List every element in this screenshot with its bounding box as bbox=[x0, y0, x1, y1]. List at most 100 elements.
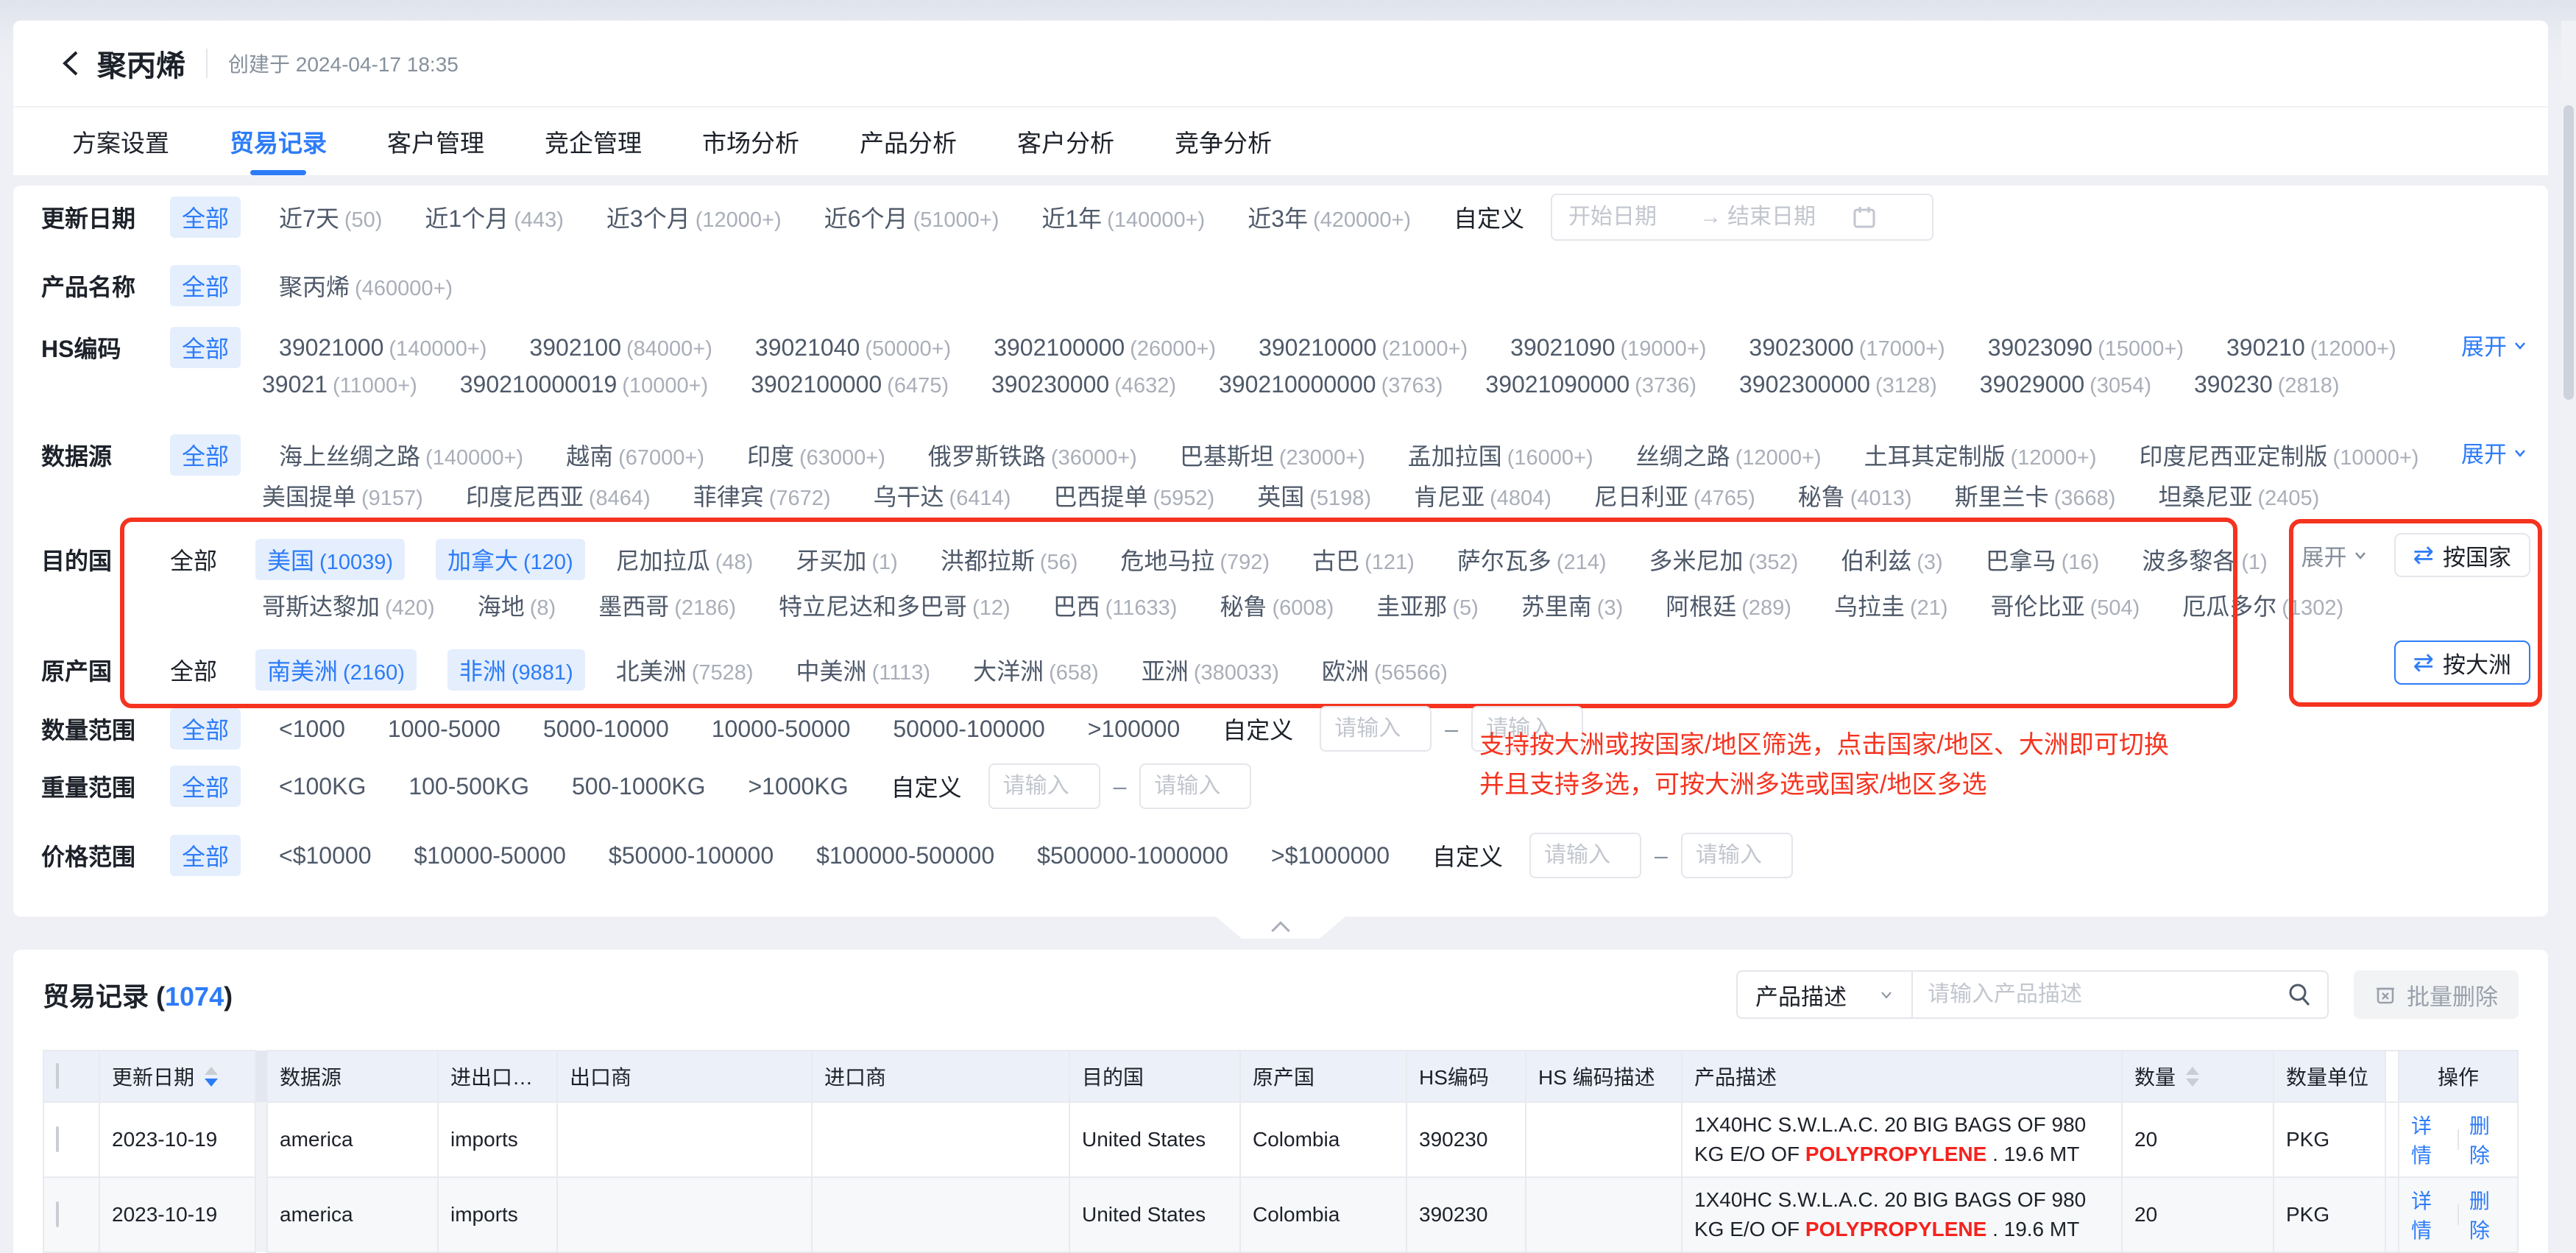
filter-option[interactable]: 100-500KG bbox=[408, 773, 529, 800]
price-max-input[interactable] bbox=[1681, 833, 1793, 878]
filter-option[interactable]: 肯尼亚(4804) bbox=[1414, 479, 1551, 512]
all-chip[interactable]: 全部 bbox=[170, 766, 241, 807]
filter-option[interactable]: 39021090(19000+) bbox=[1510, 334, 1706, 361]
filter-option[interactable]: 特立尼达和多巴哥(12) bbox=[779, 588, 1011, 622]
filter-option[interactable]: 印度(63000+) bbox=[747, 438, 885, 472]
filter-option[interactable]: 哥斯达黎加(420) bbox=[262, 588, 435, 622]
tab[interactable]: 产品分析 bbox=[860, 107, 957, 175]
filter-option[interactable]: 近7天(50) bbox=[279, 200, 382, 234]
filter-option[interactable]: <100KG bbox=[279, 773, 366, 800]
custom-label[interactable]: 自定义 bbox=[1222, 712, 1293, 746]
filter-option[interactable]: 南美洲(2160) bbox=[255, 649, 417, 691]
filter-option[interactable]: 巴西(11633) bbox=[1053, 588, 1178, 622]
filter-option[interactable]: 伯利兹(3) bbox=[1841, 543, 1942, 576]
tab[interactable]: 客户管理 bbox=[387, 107, 484, 175]
all-chip[interactable]: 全部 bbox=[170, 327, 241, 368]
all-chip[interactable]: 全部 bbox=[170, 835, 241, 876]
filter-option[interactable]: 乌干达(6414) bbox=[874, 479, 1011, 512]
search-input[interactable] bbox=[1913, 982, 2286, 1007]
filter-option[interactable]: 墨西哥(2186) bbox=[598, 588, 736, 622]
filter-option[interactable]: 尼加拉瓜(48) bbox=[616, 543, 754, 576]
filter-option[interactable]: 古巴(121) bbox=[1312, 543, 1415, 576]
back-icon[interactable] bbox=[59, 47, 91, 80]
filter-option[interactable]: 印度尼西亚定制版(10000+) bbox=[2140, 438, 2419, 472]
all-chip[interactable]: 全部 bbox=[170, 434, 241, 476]
sort-icons[interactable] bbox=[2186, 1067, 2199, 1087]
filter-option[interactable]: 印度尼西亚(8464) bbox=[466, 479, 651, 512]
filter-option[interactable]: 哥伦比亚(504) bbox=[1991, 588, 2140, 622]
tab[interactable]: 竞企管理 bbox=[545, 107, 642, 175]
filter-option[interactable]: 英国(5198) bbox=[1257, 479, 1371, 512]
filter-option[interactable]: 39021040(50000+) bbox=[755, 334, 951, 361]
filter-option[interactable]: 390230(2818) bbox=[2194, 371, 2340, 398]
filter-option[interactable]: 坦桑尼亚(2405) bbox=[2158, 479, 2319, 512]
all-chip[interactable]: 全部 bbox=[170, 265, 241, 306]
filter-option[interactable]: 近6个月(51000+) bbox=[824, 200, 999, 234]
filter-option[interactable]: 海上丝绸之路(140000+) bbox=[279, 438, 523, 472]
filter-option[interactable]: 3902100(84000+) bbox=[529, 334, 712, 361]
filter-option[interactable]: 菲律宾(7672) bbox=[693, 479, 831, 512]
filter-option[interactable]: 美国(10039) bbox=[255, 539, 405, 580]
custom-label[interactable]: 自定义 bbox=[1454, 200, 1524, 234]
filter-option[interactable]: 3902100000(6475) bbox=[751, 371, 949, 398]
filter-option[interactable]: 39021000(140000+) bbox=[279, 334, 486, 361]
filter-option[interactable]: 中美洲(1113) bbox=[796, 653, 931, 687]
expand-link[interactable]: 展开 bbox=[2301, 539, 2368, 572]
filter-option[interactable]: 3902100000(26000+) bbox=[994, 334, 1216, 361]
filter-option[interactable]: 近3个月(12000+) bbox=[606, 200, 782, 234]
expand-link[interactable]: 展开 bbox=[2461, 328, 2527, 361]
filter-option[interactable]: 苏里南(3) bbox=[1521, 588, 1623, 622]
filter-option[interactable]: 波多黎各(1) bbox=[2142, 543, 2267, 576]
tab[interactable]: 客户分析 bbox=[1017, 107, 1114, 175]
all-option[interactable]: 全部 bbox=[170, 543, 217, 576]
column-header-quantity[interactable]: 数量 bbox=[2122, 1051, 2274, 1102]
expand-link[interactable]: 展开 bbox=[2461, 436, 2527, 469]
filter-option[interactable]: 500-1000KG bbox=[572, 773, 705, 800]
filter-option[interactable]: 390210000000(3763) bbox=[1219, 371, 1443, 398]
filter-option[interactable]: 39021090000(3736) bbox=[1485, 371, 1696, 398]
filter-option[interactable]: 大洋洲(658) bbox=[973, 653, 1099, 687]
filter-option[interactable]: >100000 bbox=[1088, 716, 1180, 743]
search-icon[interactable] bbox=[2286, 981, 2313, 1008]
filter-option[interactable]: 非洲(9881) bbox=[447, 649, 585, 691]
by-country-button[interactable]: ⇄ 按国家 bbox=[2394, 533, 2531, 577]
filter-option[interactable]: 土耳其定制版(12000+) bbox=[1864, 438, 2097, 472]
filter-option[interactable]: 洪都拉斯(56) bbox=[941, 543, 1078, 576]
filter-option[interactable]: 390210(12000+) bbox=[2226, 334, 2396, 361]
filter-option[interactable]: 近1个月(443) bbox=[425, 200, 564, 234]
filter-option[interactable]: 萨尔瓦多(214) bbox=[1457, 543, 1607, 576]
tab[interactable]: 竞争分析 bbox=[1175, 107, 1272, 175]
filter-option[interactable]: $100000-500000 bbox=[816, 842, 994, 869]
filter-option[interactable]: 乌拉圭(21) bbox=[1834, 588, 1948, 622]
filter-option[interactable]: >$1000000 bbox=[1271, 842, 1390, 869]
custom-label[interactable]: 自定义 bbox=[891, 769, 962, 803]
filter-option[interactable]: 390230000(4632) bbox=[991, 371, 1176, 398]
filter-option[interactable]: 390210000019(10000+) bbox=[460, 371, 708, 398]
filter-option[interactable]: 多米尼加(352) bbox=[1649, 543, 1799, 576]
filter-option[interactable]: 聚丙烯(460000+) bbox=[279, 269, 453, 303]
filter-option[interactable]: 39023000(17000+) bbox=[1749, 334, 1945, 361]
filter-option[interactable]: 巴基斯坦(23000+) bbox=[1180, 438, 1365, 472]
collapse-tab[interactable] bbox=[1216, 917, 1345, 939]
filter-option[interactable]: 危地马拉(792) bbox=[1120, 543, 1270, 576]
by-continent-button[interactable]: ⇄ 按大洲 bbox=[2394, 640, 2531, 685]
detail-link[interactable]: 详情 bbox=[2411, 1185, 2447, 1244]
filter-option[interactable]: <1000 bbox=[279, 716, 345, 743]
all-chip[interactable]: 全部 bbox=[170, 197, 241, 238]
filter-option[interactable]: 海地(8) bbox=[478, 588, 556, 622]
filter-option[interactable]: 39029000(3054) bbox=[1980, 371, 2151, 398]
search-field-select[interactable]: 产品描述 bbox=[1738, 972, 1913, 1017]
filter-option[interactable]: 欧洲(56566) bbox=[1322, 653, 1448, 687]
filter-option[interactable]: 阿根廷(289) bbox=[1666, 588, 1791, 622]
filter-option[interactable]: 斯里兰卡(3668) bbox=[1955, 479, 2116, 512]
weight-min-input[interactable] bbox=[988, 763, 1100, 809]
filter-option[interactable]: 近1年(140000+) bbox=[1041, 200, 1205, 234]
weight-max-input[interactable] bbox=[1139, 763, 1251, 809]
filter-option[interactable]: 牙买加(1) bbox=[796, 543, 897, 576]
tab[interactable]: 方案设置 bbox=[72, 107, 169, 175]
filter-option[interactable]: 近3年(420000+) bbox=[1248, 200, 1411, 234]
filter-option[interactable]: 亚洲(380033) bbox=[1142, 653, 1279, 687]
filter-option[interactable]: >1000KG bbox=[748, 773, 848, 800]
filter-option[interactable]: 丝绸之路(12000+) bbox=[1636, 438, 1822, 472]
date-range-input[interactable]: → bbox=[1551, 194, 1933, 241]
